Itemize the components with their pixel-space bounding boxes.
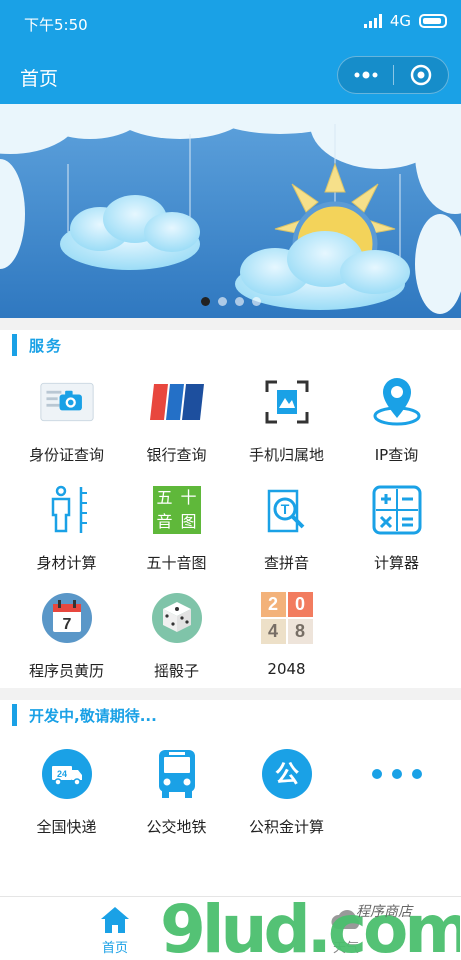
svg-text:T: T — [280, 501, 289, 517]
ip-location-icon — [369, 374, 425, 430]
kana-chart-icon: 五 十 音 图 — [149, 482, 205, 538]
pinyin-search-icon: T — [259, 482, 315, 538]
service-id-card[interactable]: 身份证查询 — [9, 374, 124, 482]
weather-banner-image — [0, 104, 461, 318]
service-ip-query[interactable]: IP查询 — [339, 374, 454, 482]
svg-text:24: 24 — [56, 769, 66, 779]
watermark-logo: 9lud.com 程序商店 — [160, 891, 461, 960]
id-card-icon — [39, 374, 95, 430]
section-title: 开发中,敬请期待... — [29, 706, 157, 725]
dice-icon — [149, 590, 205, 646]
services-header: 服务 — [12, 333, 63, 357]
status-indicators: 4G — [363, 12, 447, 30]
banner-carousel[interactable] — [0, 104, 461, 318]
svg-text:程序商店: 程序商店 — [356, 904, 414, 920]
signal-icon — [363, 14, 382, 28]
carousel-dot[interactable] — [234, 297, 244, 306]
housing-fund-icon: 公 — [259, 746, 315, 802]
close-program-button[interactable] — [393, 57, 448, 93]
nav-bar: 首页 — [0, 48, 461, 104]
section-divider — [0, 318, 461, 330]
section-title: 服务 — [29, 336, 64, 355]
body-measure-icon — [39, 482, 95, 538]
mini-program-capsule — [337, 56, 449, 94]
service-body-measure[interactable]: 身材计算 — [9, 482, 124, 590]
service-bus-subway[interactable]: 公交地铁 — [119, 746, 234, 854]
dots-icon — [354, 71, 377, 79]
service-bank[interactable]: 银行查询 — [119, 374, 234, 482]
game-2048-icon: 2 0 4 8 — [259, 590, 315, 646]
phone-location-icon — [259, 374, 315, 430]
watermark: 9lud.com 程序商店 — [160, 890, 461, 960]
network-type: 4G — [389, 12, 411, 30]
bank-card-icon — [149, 374, 205, 430]
service-housing-fund[interactable]: 公 公积金计算 — [229, 746, 344, 854]
service-programmer-calendar[interactable]: 7 程序员黄历 — [9, 590, 124, 698]
home-icon — [101, 907, 129, 933]
svg-text:公: 公 — [275, 760, 299, 788]
calculator-icon — [369, 482, 425, 538]
status-time: 下午5:50 — [24, 16, 88, 34]
section-divider — [0, 688, 461, 700]
target-icon — [410, 64, 431, 86]
service-kana-chart[interactable]: 五 十 音 图 五十音图 — [119, 482, 234, 590]
developing-header: 开发中,敬请期待... — [12, 703, 157, 727]
status-bar: 下午5:50 4G — [0, 0, 461, 48]
svg-text:7: 7 — [62, 616, 71, 633]
page-title: 首页 — [20, 68, 59, 90]
carousel-dot[interactable] — [251, 297, 261, 306]
more-icon — [369, 746, 425, 802]
service-dice[interactable]: 摇骰子 — [119, 590, 234, 698]
service-calculator[interactable]: 计算器 — [339, 482, 454, 590]
calendar-icon: 7 — [39, 590, 95, 646]
more-menu-button[interactable] — [338, 57, 393, 93]
more-services-button[interactable] — [339, 746, 454, 854]
express-delivery-icon: 24 — [39, 746, 95, 802]
carousel-indicators — [0, 297, 461, 306]
battery-icon — [419, 14, 447, 28]
service-2048[interactable]: 2 0 4 8 2048 — [229, 590, 344, 698]
carousel-dot[interactable] — [217, 297, 227, 306]
carousel-dot[interactable] — [200, 297, 210, 306]
service-phone-location[interactable]: 手机归属地 — [229, 374, 344, 482]
service-pinyin[interactable]: T 查拼音 — [229, 482, 344, 590]
svg-text:9lud.com: 9lud.com — [160, 891, 460, 960]
service-express[interactable]: 24 全国快递 — [9, 746, 124, 854]
bus-icon — [149, 746, 205, 802]
